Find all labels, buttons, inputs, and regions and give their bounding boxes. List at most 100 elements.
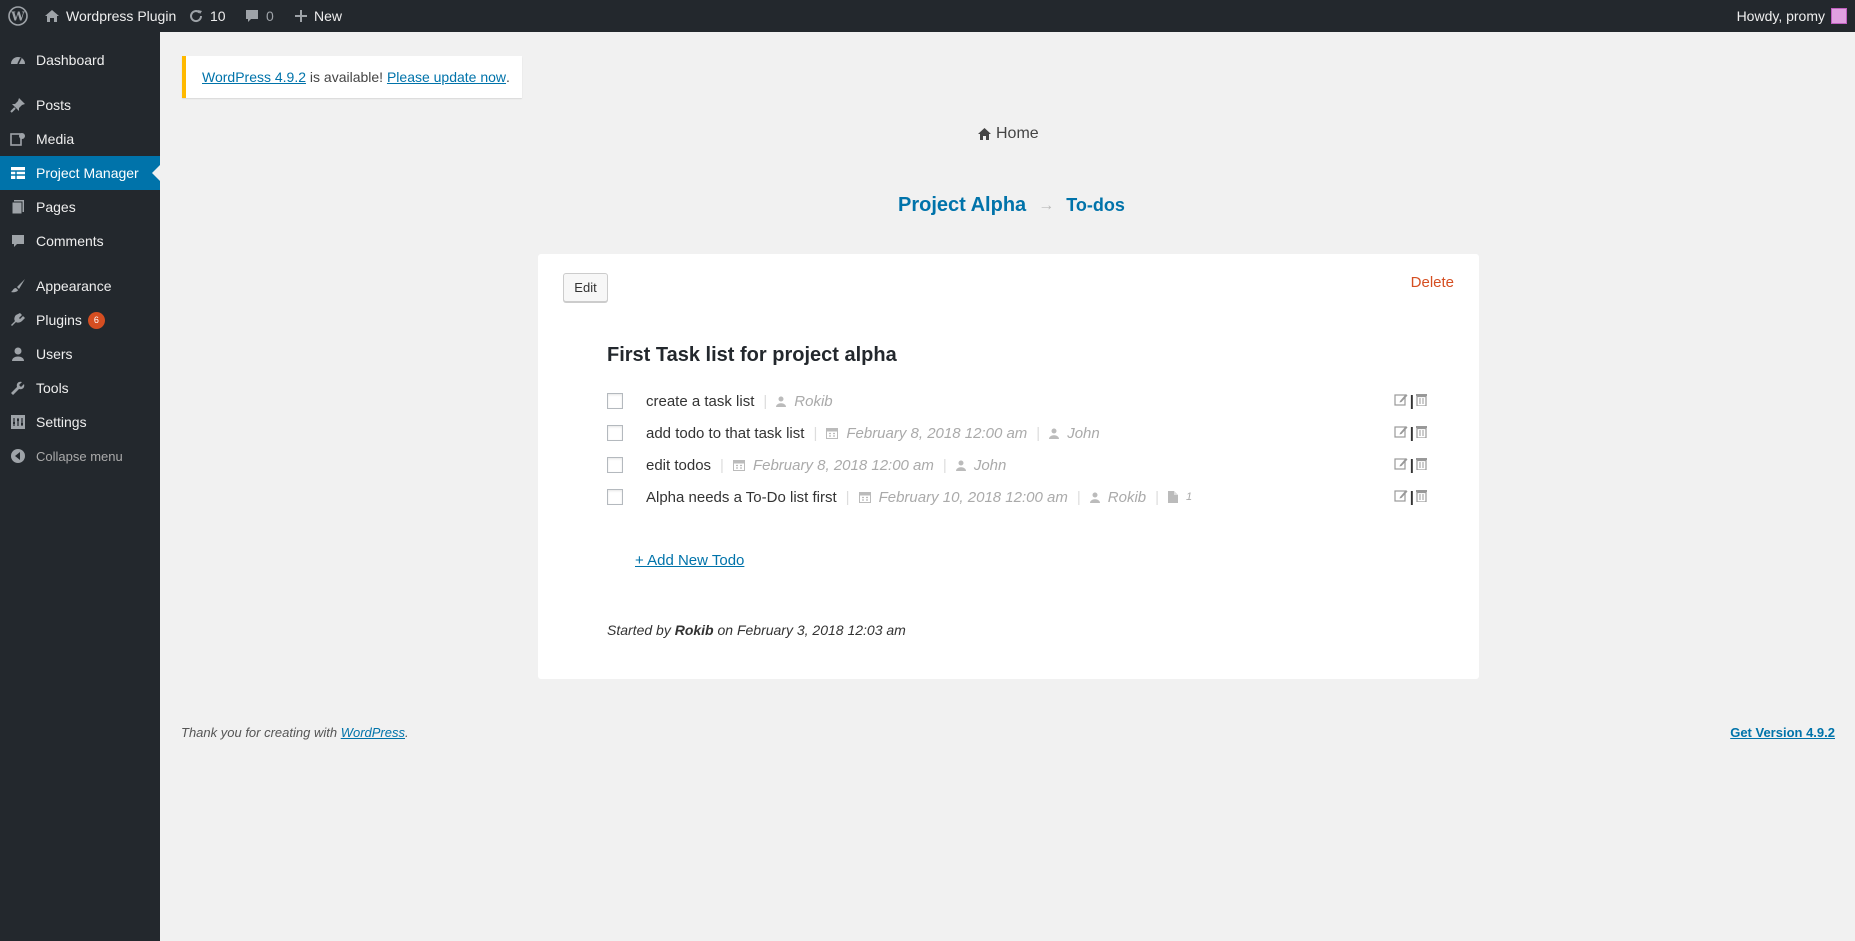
trash-icon[interactable] (1416, 393, 1427, 410)
table-icon (0, 165, 36, 181)
task-list-card: Edit Delete First Task list for project … (538, 254, 1479, 679)
sidebar-item-posts[interactable]: Posts (0, 88, 160, 122)
file-icon (1168, 491, 1179, 503)
task-checkbox[interactable] (607, 457, 623, 473)
trash-icon[interactable] (1416, 457, 1427, 474)
task-actions: | (1394, 389, 1427, 413)
updates-link[interactable]: 10 (188, 0, 226, 32)
todos-link[interactable]: To-dos (1066, 195, 1125, 216)
new-content-link[interactable]: New (294, 0, 342, 32)
sidebar-item-label: Settings (36, 414, 87, 430)
comment-icon (0, 233, 36, 249)
site-name-link[interactable]: Wordpress Plugin (44, 0, 176, 32)
sidebar-item-label: Posts (36, 97, 72, 113)
task-row: edit todos | February 8, 2018 12:00 am |… (607, 453, 1427, 477)
task-checkbox[interactable] (607, 393, 623, 409)
calendar-icon (826, 427, 839, 439)
add-new-todo-link[interactable]: + Add New Todo (635, 552, 744, 569)
sidebar-item-media[interactable]: Media (0, 122, 160, 156)
sidebar-item-settings[interactable]: Settings (0, 405, 160, 439)
footer-wordpress-link[interactable]: WordPress (341, 725, 405, 740)
sidebar-item-appearance[interactable]: Appearance (0, 269, 160, 303)
task-actions: | (1394, 485, 1427, 509)
separator: | (942, 456, 947, 474)
edit-icon[interactable] (1394, 457, 1408, 474)
comments-count: 0 (266, 8, 274, 24)
user-icon (955, 460, 966, 471)
sidebar-item-plugins[interactable]: Plugins 6 (0, 303, 160, 337)
notice-text: is available! (306, 69, 387, 85)
project-title-link[interactable]: Project Alpha (898, 194, 1026, 217)
sidebar-item-project-manager[interactable]: Project Manager (0, 156, 160, 190)
task-file-count[interactable]: 1 (1186, 491, 1192, 503)
wordpress-version-link[interactable]: WordPress 4.9.2 (202, 69, 306, 85)
task-title[interactable]: add todo to that task list (646, 425, 804, 442)
home-label: Home (996, 125, 1039, 142)
update-now-link[interactable]: Please update now (387, 69, 506, 85)
sidebar-item-tools[interactable]: Tools (0, 371, 160, 405)
admin-bar: W Wordpress Plugin 10 0 New Howdy, promy (0, 0, 1855, 32)
admin-sidebar: Dashboard Posts Media Project Manager Pa… (0, 32, 160, 941)
edit-icon[interactable] (1394, 393, 1408, 410)
task-row: add todo to that task list | February 8,… (607, 421, 1427, 445)
wordpress-logo-icon[interactable]: W (8, 0, 28, 32)
notice-end: . (506, 69, 510, 85)
howdy-text: Howdy, promy (1736, 8, 1825, 24)
task-title[interactable]: edit todos (646, 457, 711, 474)
sidebar-item-dashboard[interactable]: Dashboard (0, 43, 160, 77)
sidebar-item-label: Tools (36, 380, 69, 396)
edit-icon[interactable] (1394, 489, 1408, 506)
home-link[interactable]: Home (977, 125, 1039, 143)
footer-thanks-end: . (405, 725, 409, 740)
svg-text:W: W (10, 10, 25, 24)
plus-icon (294, 9, 308, 23)
sidebar-item-label: Pages (36, 199, 76, 215)
sidebar-item-label: Users (36, 346, 73, 362)
collapse-menu-label: Collapse menu (36, 448, 123, 464)
started-by-text: Started by Rokib on February 3, 2018 12:… (607, 622, 906, 638)
task-actions: | (1394, 421, 1427, 445)
task-due-date: February 8, 2018 12:00 am (752, 456, 934, 474)
separator: | (845, 488, 850, 506)
edit-icon[interactable] (1394, 425, 1408, 442)
task-checkbox[interactable] (607, 425, 623, 441)
pin-icon (0, 97, 36, 113)
calendar-icon (732, 459, 745, 471)
started-suffix: on February 3, 2018 12:03 am (713, 622, 906, 638)
task-list-title: First Task list for project alpha (607, 344, 897, 366)
home-icon (44, 8, 60, 24)
sidebar-item-label: Appearance (36, 278, 112, 294)
home-icon (977, 127, 992, 141)
started-prefix: Started by (607, 622, 675, 638)
task-assignee: Rokib (794, 392, 833, 410)
task-checkbox[interactable] (607, 489, 623, 505)
separator: | (813, 424, 818, 442)
task-title[interactable]: Alpha needs a To-Do list first (646, 489, 837, 506)
separator: | (1155, 488, 1160, 506)
sidebar-item-label: Dashboard (36, 52, 105, 68)
wrench-icon (0, 380, 36, 396)
trash-icon[interactable] (1416, 489, 1427, 506)
updates-count: 10 (210, 8, 226, 24)
my-account-link[interactable]: Howdy, promy (1737, 0, 1847, 32)
avatar (1831, 8, 1847, 24)
get-version-link[interactable]: Get Version 4.9.2 (1730, 725, 1835, 740)
task-assignee: John (973, 456, 1007, 474)
media-icon (0, 131, 36, 147)
comments-link[interactable]: 0 (244, 0, 274, 32)
sidebar-item-users[interactable]: Users (0, 337, 160, 371)
footer-thanks: Thank you for creating with WordPress. (181, 725, 409, 740)
trash-icon[interactable] (1416, 425, 1427, 442)
plugin-icon (0, 312, 36, 328)
edit-button[interactable]: Edit (563, 273, 608, 302)
sidebar-item-comments[interactable]: Comments (0, 224, 160, 258)
action-separator: | (1409, 488, 1414, 506)
separator: | (1076, 488, 1081, 506)
settings-icon (0, 414, 36, 430)
task-title[interactable]: create a task list (646, 393, 754, 410)
collapse-menu-button[interactable]: Collapse menu (0, 439, 160, 473)
delete-link[interactable]: Delete (1411, 274, 1454, 291)
sidebar-item-pages[interactable]: Pages (0, 190, 160, 224)
user-icon (1089, 492, 1100, 503)
task-due-date: February 8, 2018 12:00 am (846, 424, 1028, 442)
